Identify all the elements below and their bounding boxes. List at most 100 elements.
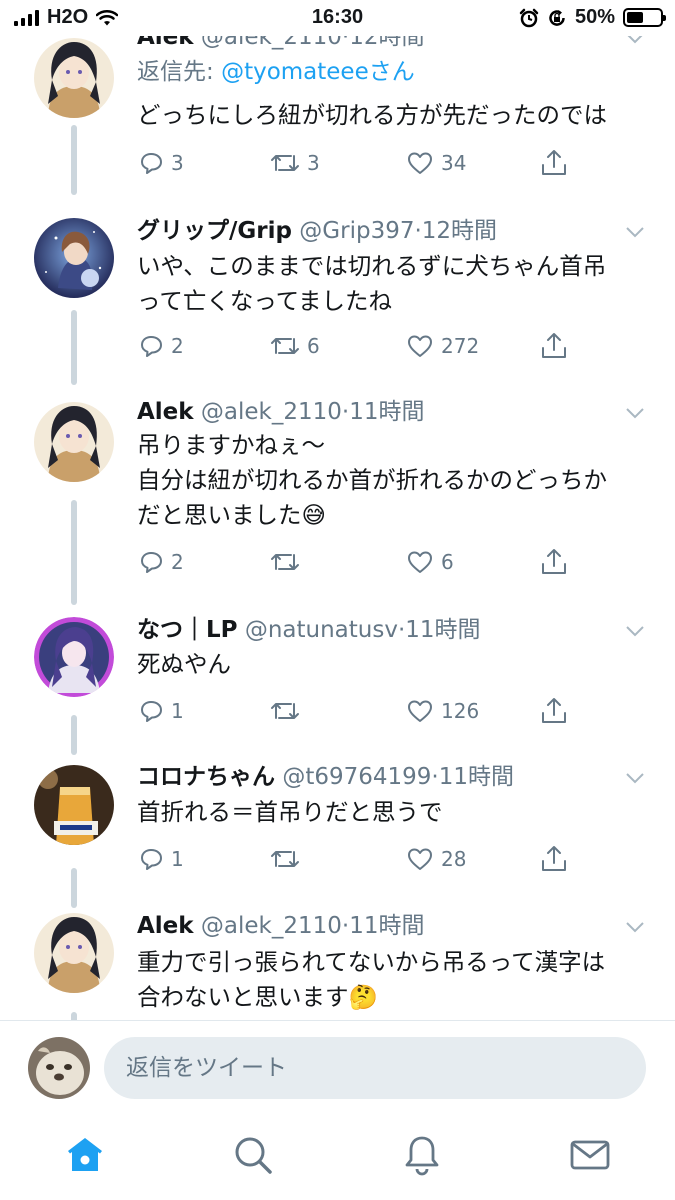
reply-button[interactable]: 2 <box>137 329 184 363</box>
reply-compose-bar <box>0 1020 675 1115</box>
reply-button[interactable]: 3 <box>137 146 184 180</box>
timestamp[interactable]: 12時間 <box>422 218 497 244</box>
heart-icon <box>408 848 432 870</box>
avatar[interactable] <box>34 913 114 993</box>
reply-input[interactable] <box>104 1037 646 1099</box>
tweet-actions: 2 6 272 <box>137 329 577 363</box>
like-button[interactable]: 28 <box>405 842 466 876</box>
retweet-button[interactable]: 6 <box>269 329 320 363</box>
reply-icon <box>141 701 162 722</box>
battery-percent: 50% <box>574 6 615 28</box>
reply-icon <box>141 552 162 573</box>
replying-to: 返信先: @tyomateeeさん <box>137 57 415 87</box>
like-count: 272 <box>441 334 480 358</box>
chevron-down-icon[interactable] <box>623 220 647 244</box>
share-icon <box>542 150 566 175</box>
share-icon <box>542 333 566 358</box>
display-name[interactable]: グリップ/Grip <box>137 218 292 244</box>
share-icon <box>542 549 566 574</box>
tweet-feed[interactable]: Alek @alek_2110·12時間 返信先: @tyomateeeさん ど… <box>0 0 675 1020</box>
reply-count: 3 <box>171 151 184 175</box>
reply-button[interactable]: 2 <box>137 545 184 579</box>
avatar[interactable] <box>34 218 114 298</box>
tweet[interactable]: なつ｜LP @natunatusv·11時間 死ぬやん 1 126 <box>0 605 675 755</box>
alarm-icon <box>519 8 539 27</box>
timestamp[interactable]: 11時間 <box>439 764 514 790</box>
reply-user-link[interactable]: @tyomateeeさん <box>221 59 415 85</box>
reply-icon <box>141 336 162 357</box>
reply-count: 2 <box>171 550 184 574</box>
tweet-text-line: 重力で引っ張られてないから吊るって漢字は <box>137 948 606 976</box>
tweet[interactable]: Alek @alek_2110·11時間 吊りますかねぇ～ 自分は紐が切れるか首… <box>0 385 675 605</box>
retweet-icon <box>271 851 299 867</box>
tweet-text-line: だと思いました😅 <box>137 501 326 529</box>
timestamp[interactable]: 11時間 <box>349 399 424 425</box>
tweet-text: 吊りますかねぇ～ 自分は紐が切れるか首が折れるかのどっちか だと思いました😅 <box>137 428 655 533</box>
share-button[interactable] <box>539 842 569 876</box>
retweet-button[interactable] <box>269 545 307 579</box>
like-button[interactable]: 6 <box>405 545 454 579</box>
current-user-avatar[interactable] <box>28 1037 90 1099</box>
reply-button[interactable]: 1 <box>137 694 184 728</box>
timestamp[interactable]: 11時間 <box>405 617 480 643</box>
tweet-text-line: いや、このままでは切れるずに犬ちゃん首吊 <box>137 252 607 280</box>
display-name[interactable]: Alek <box>137 913 194 939</box>
tweet-actions: 2 6 <box>137 545 577 579</box>
heart-icon <box>408 551 432 573</box>
heart-icon <box>408 335 432 357</box>
handle[interactable]: @alek_2110 <box>201 399 342 425</box>
tweet[interactable]: グリップ/Grip @Grip397·12時間 いや、このままでは切れるずに犬ち… <box>0 200 675 390</box>
reply-count: 1 <box>171 699 184 723</box>
handle[interactable]: @alek_2110 <box>201 913 342 939</box>
retweet-icon <box>271 155 299 171</box>
heart-icon <box>408 152 432 174</box>
avatar[interactable] <box>34 402 114 482</box>
reply-icon <box>141 153 162 174</box>
avatar[interactable] <box>34 765 114 845</box>
avatar[interactable] <box>34 38 114 118</box>
retweet-button[interactable]: 3 <box>269 146 320 180</box>
share-button[interactable] <box>539 694 569 728</box>
tweet[interactable]: Alek @alek_2110·11時間 重力で引っ張られてないから吊るって漢字… <box>0 905 675 1020</box>
battery-icon <box>623 8 666 27</box>
chevron-down-icon[interactable] <box>623 915 647 939</box>
retweet-button[interactable] <box>269 694 307 728</box>
home-icon[interactable] <box>63 1133 107 1177</box>
tweet-text-line: どっちにしろ紐が切れる方が先だったのでは <box>137 101 607 129</box>
messages-icon[interactable] <box>568 1133 612 1177</box>
tweet-text-line: って亡くなってましたね <box>137 287 392 315</box>
share-icon <box>542 846 566 871</box>
notifications-icon[interactable] <box>400 1133 444 1177</box>
tweet-text-line: 死ぬやん <box>137 650 231 678</box>
like-button[interactable]: 126 <box>405 694 479 728</box>
like-button[interactable]: 34 <box>405 146 466 180</box>
tweet-actions: 1 126 <box>137 694 577 728</box>
tweet[interactable]: コロナちゃん @t69764199·11時間 首折れる＝首吊りだと思うで 1 2… <box>0 755 675 905</box>
reply-icon <box>141 849 162 870</box>
display-name[interactable]: コロナちゃん <box>137 764 275 790</box>
share-button[interactable] <box>539 146 569 180</box>
reply-count: 2 <box>171 334 184 358</box>
display-name[interactable]: なつ｜LP <box>137 617 238 643</box>
share-button[interactable] <box>539 545 569 579</box>
handle[interactable]: @Grip397 <box>299 218 414 244</box>
chevron-down-icon[interactable] <box>623 619 647 643</box>
retweet-count: 6 <box>307 334 320 358</box>
chevron-down-icon[interactable] <box>623 401 647 425</box>
timestamp[interactable]: 11時間 <box>349 913 424 939</box>
retweet-button[interactable] <box>269 842 307 876</box>
handle[interactable]: @natunatusv <box>245 617 398 643</box>
like-count: 28 <box>441 847 467 871</box>
reply-button[interactable]: 1 <box>137 842 184 876</box>
display-name[interactable]: Alek <box>137 399 194 425</box>
status-bar: H2O 16:30 50% <box>0 0 675 36</box>
chevron-down-icon[interactable] <box>623 766 647 790</box>
search-icon[interactable] <box>231 1133 275 1177</box>
like-button[interactable]: 272 <box>405 329 479 363</box>
share-button[interactable] <box>539 329 569 363</box>
handle[interactable]: @t69764199 <box>282 764 431 790</box>
avatar[interactable] <box>34 617 114 697</box>
share-icon <box>542 698 566 723</box>
retweet-icon <box>271 338 299 354</box>
heart-icon <box>408 700 432 722</box>
